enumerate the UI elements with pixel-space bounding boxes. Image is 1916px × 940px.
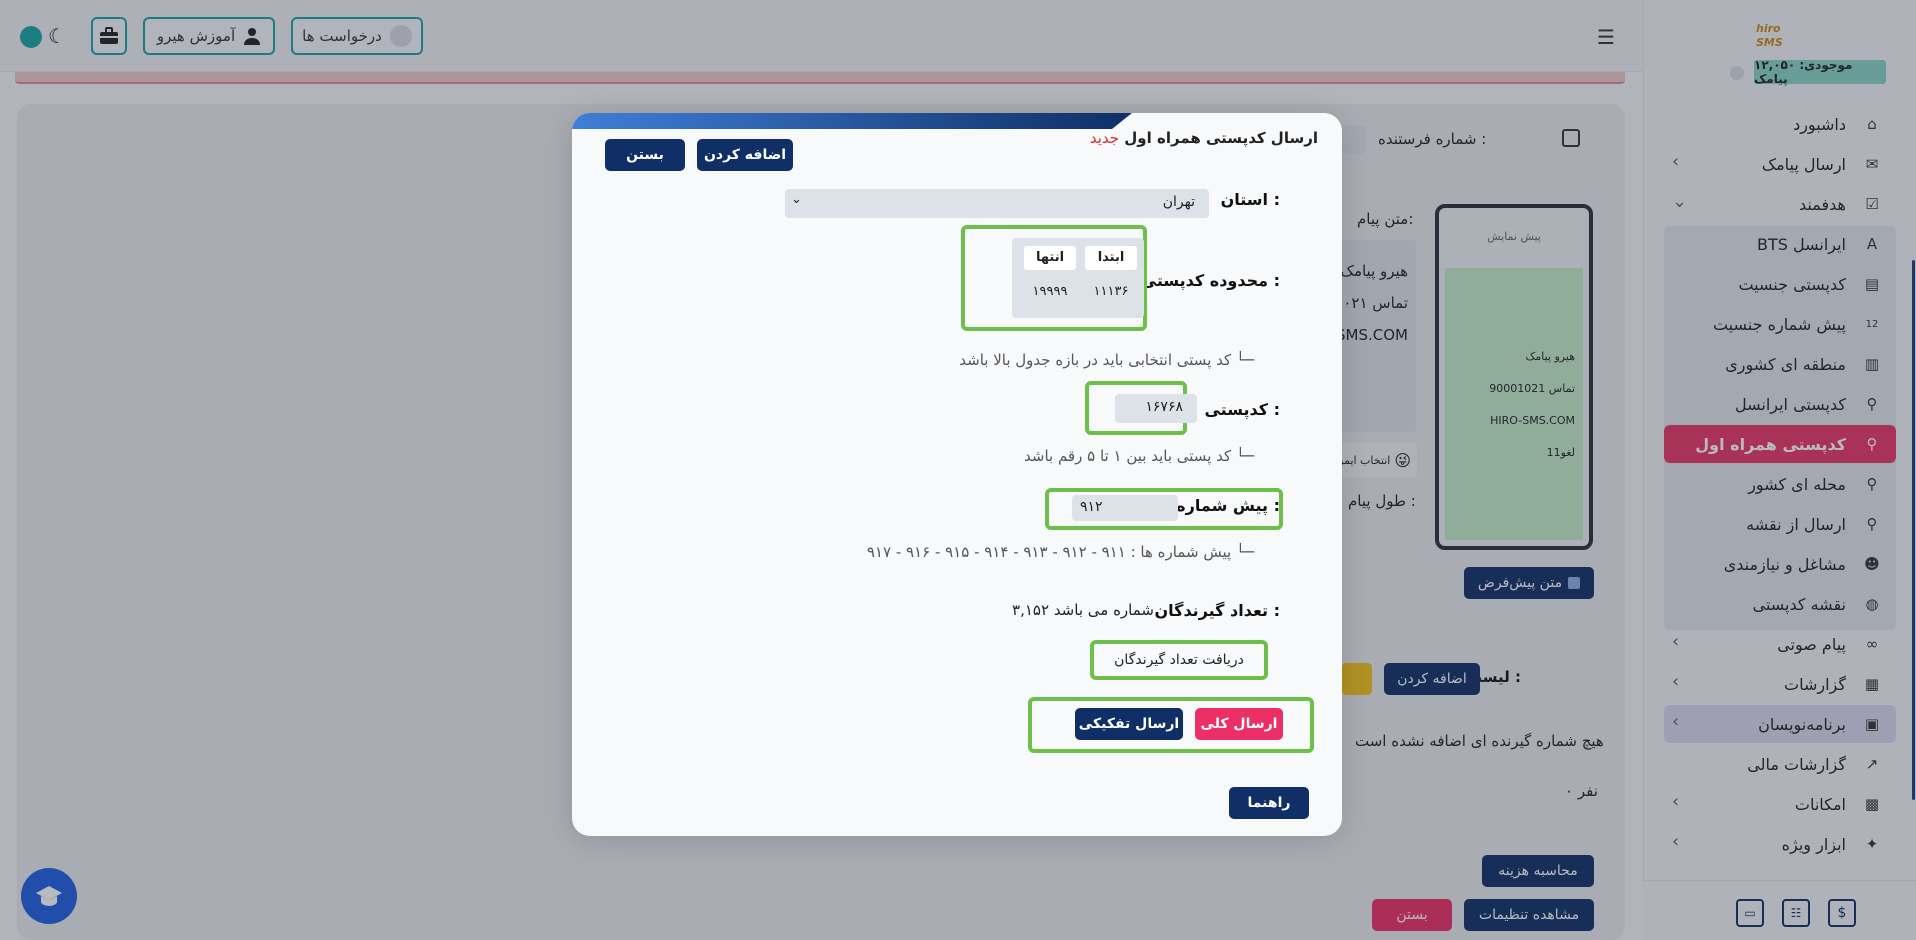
recipients-count-label: تعداد گیرندگان : [1154, 601, 1280, 620]
postal-hint: کد پستی باید بین ۱ تا ۵ رقم باشد └─ [1024, 447, 1254, 465]
send-separate-button[interactable]: ارسال تفکیکی [1075, 708, 1183, 740]
postal-label: کدپستی : [1204, 400, 1280, 419]
modal-add-button[interactable]: اضافه کردن [697, 139, 793, 171]
range-end-header: انتها [1024, 246, 1076, 270]
prefix-hint: پیش شماره ها : ۹۱۱ - ۹۱۲ - ۹۱۳ - ۹۱۴ - ۹… [866, 543, 1254, 561]
postal-code-modal: ارسال کدپستی همراه اول جدید اضافه کردن ب… [572, 113, 1342, 836]
province-value: تهران [1162, 194, 1195, 210]
modal-header-stripe [572, 113, 1132, 129]
recipients-count-value: ۳,۱۵۲ شماره می باشد [1012, 601, 1154, 619]
range-label: محدوده کدپستی : [1140, 271, 1280, 290]
modal-title: ارسال کدپستی همراه اول جدید [1090, 129, 1318, 147]
new-badge: جدید [1089, 129, 1120, 147]
modal-close-button[interactable]: بستن [605, 139, 685, 171]
send-all-button[interactable]: ارسال کلی [1195, 708, 1283, 740]
prefix-value: ۹۱۲ [1080, 499, 1103, 515]
postal-value: ۱۶۷۶۸ [1145, 399, 1183, 415]
province-label: استان : [1220, 190, 1280, 209]
range-end-value: ۱۹۹۹۹ [1032, 284, 1068, 299]
prefix-input[interactable]: ۹۱۲ [1072, 495, 1178, 521]
guide-button[interactable]: راهنما [1229, 787, 1309, 819]
postal-input[interactable]: ۱۶۷۶۸ [1115, 394, 1197, 423]
province-select[interactable]: تهران ⌄ [785, 189, 1209, 218]
range-hint-text: کد پستی انتخابی باید در بازه جدول بالا ب… [959, 351, 1232, 369]
range-table: ابتدا انتها ۱۱۱۳۶ ۱۹۹۹۹ [1012, 238, 1144, 318]
postal-hint-text: کد پستی باید بین ۱ تا ۵ رقم باشد [1024, 447, 1232, 465]
range-hint: کد پستی انتخابی باید در بازه جدول بالا ب… [959, 351, 1254, 369]
prefix-hint-text: پیش شماره ها : ۹۱۱ - ۹۱۲ - ۹۱۳ - ۹۱۴ - ۹… [866, 543, 1232, 561]
range-start-header: ابتدا [1085, 246, 1137, 270]
range-start-value: ۱۱۱۳۶ [1093, 284, 1129, 299]
chevron-down-icon: ⌄ [791, 192, 802, 207]
modal-title-text: ارسال کدپستی همراه اول [1124, 129, 1318, 147]
get-count-button[interactable]: دریافت تعداد گیرندگان [1097, 646, 1261, 674]
